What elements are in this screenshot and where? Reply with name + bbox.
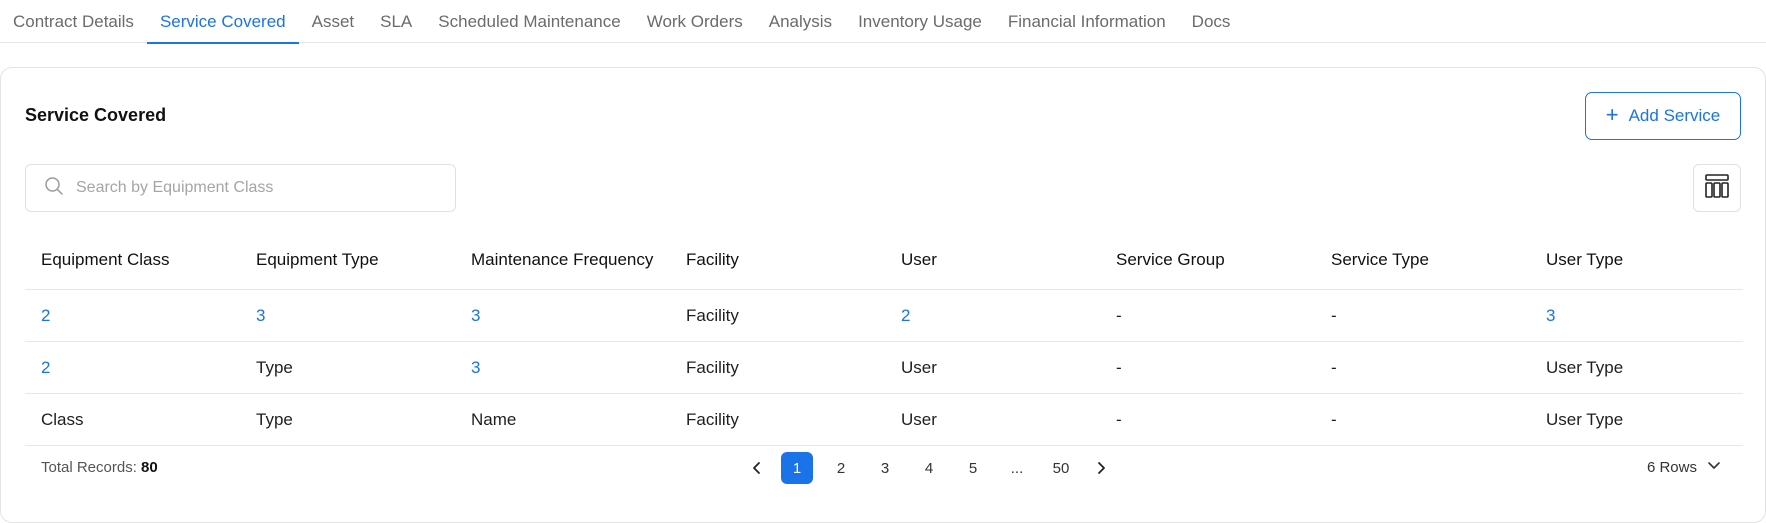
total-records-label: Total Records: (41, 459, 137, 476)
tab-sla[interactable]: SLA (367, 0, 425, 43)
table-cell: - (1116, 305, 1122, 325)
add-service-label: Add Service (1628, 106, 1721, 125)
table-cell: Type (256, 409, 293, 429)
table-cell-link[interactable]: 3 (240, 304, 455, 328)
table-footer: Total Records: 80 1 2 3 4 5... 50 6 Rows (25, 448, 1743, 488)
tab-service-covered[interactable]: Service Covered (146, 0, 299, 44)
table-body: 2 3 3 Facility 2- -3 2 Type 3 Facility User - - User … (25, 290, 1743, 446)
table-cell: User (901, 409, 937, 429)
column-header: Facility (686, 250, 739, 269)
table-cell: Class (41, 409, 84, 429)
total-records: Total Records: 80 (41, 459, 158, 476)
table-cell: - (1116, 357, 1122, 377)
table-cell: User Type (1546, 357, 1624, 377)
column-header: Service Group (1116, 250, 1225, 269)
column-header: Maintenance Frequency (471, 250, 654, 269)
table-cell-link[interactable]: 3 (455, 304, 670, 328)
column-header: User (901, 250, 937, 269)
tab-contract-details[interactable]: Contract Details (0, 0, 147, 43)
tab-financial-information[interactable]: Financial Information (995, 0, 1179, 43)
card-title: Service Covered (25, 105, 167, 125)
table-cell: Type (256, 357, 293, 377)
search-icon (44, 176, 64, 201)
tab-inventory-usage[interactable]: Inventory Usage (845, 0, 995, 43)
add-service-button[interactable]: + Add Service (1585, 92, 1741, 140)
plus-icon: + (1605, 102, 1619, 127)
table-cell: Facility (686, 305, 739, 325)
tab-bar: Contract Details Service Covered Asset SLA S… (0, 0, 1766, 44)
table-header-row: Equipment Class Equipment Type Maintenance… (25, 231, 1743, 290)
search-input[interactable] (76, 179, 416, 197)
table-cell: - (1116, 409, 1122, 429)
tab-scheduled-maintenance[interactable]: Scheduled Maintenance (425, 0, 633, 43)
services-table: Equipment Class Equipment Type Maintenance… (25, 231, 1743, 446)
column-settings-button[interactable] (1693, 164, 1741, 212)
column-header: Equipment Class (41, 250, 170, 269)
tab-analysis[interactable]: Analysis (756, 0, 845, 43)
table-cell-link[interactable]: 2 (25, 356, 240, 380)
page-button[interactable]: 2 (825, 452, 857, 484)
table-cell: Facility (686, 357, 739, 377)
chevron-down-icon (1707, 458, 1721, 476)
column-header: User Type (1546, 250, 1624, 269)
table-cell-link[interactable]: 3 (1530, 304, 1743, 328)
tab-asset[interactable]: Asset (299, 0, 368, 43)
table-cell-link[interactable]: 2 (885, 304, 1100, 328)
rows-per-page-select[interactable]: 6 Rows (1647, 458, 1721, 476)
table-row: Class Type Name Facility User - - User Type (25, 394, 1743, 446)
table-cell-link[interactable]: 3 (455, 356, 670, 380)
table-cell-link[interactable]: 2 (25, 304, 240, 328)
table-cell: User Type (1546, 409, 1624, 429)
page-button[interactable]: 50 (1045, 452, 1077, 484)
pagination: 1 2 3 4 5... 50 (745, 448, 1125, 488)
total-records-value: 80 (141, 459, 158, 476)
table-cell: Name (471, 409, 517, 429)
service-covered-card: Service Covered + Add Service Equipment … (0, 67, 1766, 523)
column-header: Service Type (1331, 250, 1429, 269)
tab-work-orders[interactable]: Work Orders (634, 0, 756, 43)
table-row: 2 3 3 Facility 2- -3 (25, 290, 1743, 342)
page-button[interactable]: 5 (957, 452, 989, 484)
table-cell: User (901, 357, 937, 377)
table-row: 2 Type 3 Facility User - - User Type (25, 342, 1743, 394)
table-cell: - (1331, 409, 1337, 429)
page-button[interactable]: 3 (869, 452, 901, 484)
table-cell: Facility (686, 409, 739, 429)
chevron-left-icon[interactable] (745, 452, 769, 484)
columns-icon (1703, 172, 1731, 205)
chevron-right-icon[interactable] (1089, 452, 1113, 484)
search-box[interactable] (25, 164, 456, 212)
table-cell: - (1331, 305, 1337, 325)
rows-per-page-label: 6 Rows (1646, 458, 1697, 476)
page-button[interactable]: 4 (913, 452, 945, 484)
pagination-ellipsis: ... (1010, 459, 1024, 477)
tab-docs[interactable]: Docs (1179, 0, 1244, 43)
column-header: Equipment Type (256, 250, 379, 269)
page-button[interactable]: 1 (781, 452, 813, 484)
table-cell: - (1331, 357, 1337, 377)
